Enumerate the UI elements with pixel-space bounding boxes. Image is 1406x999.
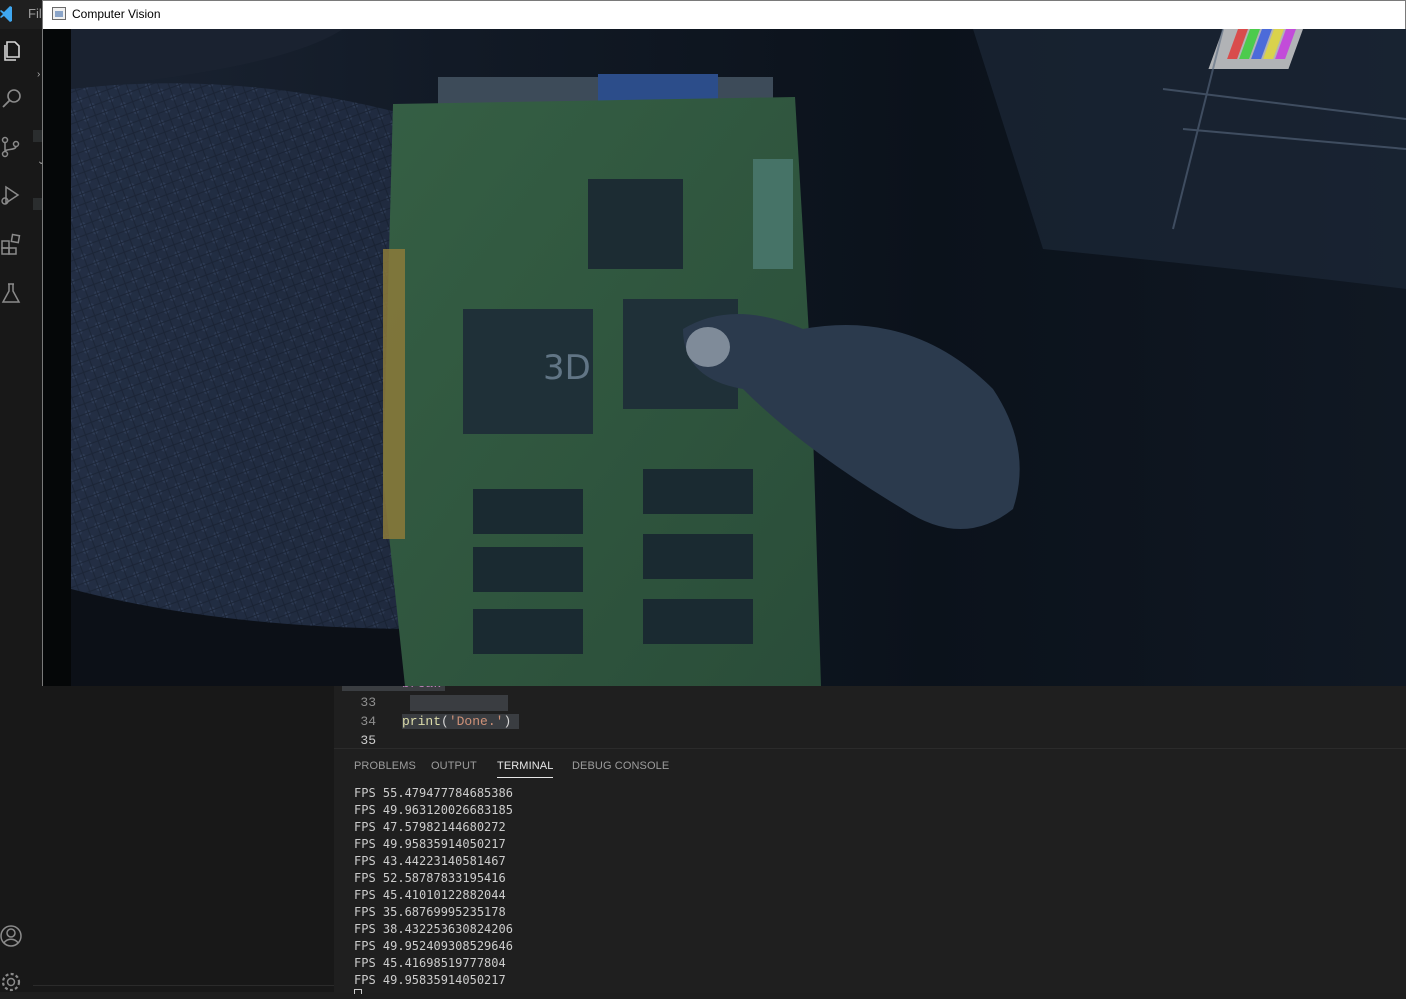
tab-debug-console[interactable]: DEBUG CONSOLE xyxy=(572,760,669,772)
tab-output[interactable]: OUTPUT xyxy=(431,760,477,772)
app-window-icon xyxy=(52,7,66,20)
terminal-line: FPS 49.963120026683185 xyxy=(354,803,513,817)
code-editor[interactable]: 32 break 33 34 print('Done.') 35 xyxy=(334,676,1406,748)
testing-icon[interactable] xyxy=(0,281,24,305)
window-titlebar[interactable]: Computer Vision xyxy=(43,1,1405,29)
video-frame-image: 3D xyxy=(43,29,1406,686)
line-number: 34 xyxy=(360,714,376,729)
search-icon[interactable] xyxy=(0,87,24,111)
computer-vision-window[interactable]: Computer Vision 3D xyxy=(42,0,1406,686)
window-title: Computer Vision xyxy=(72,7,161,21)
bottom-panel: PROBLEMS OUTPUT TERMINAL DEBUG CONSOLE F… xyxy=(334,748,1406,994)
terminal-line: FPS 43.44223140581467 xyxy=(354,854,506,868)
terminal-line: FPS 45.41010122882044 xyxy=(354,888,506,902)
code-line-empty xyxy=(410,695,508,711)
line-number: 33 xyxy=(360,695,376,710)
terminal-line: FPS 52.58787833195416 xyxy=(354,871,506,885)
terminal-line: FPS 55.479477784685386 xyxy=(354,786,513,800)
terminal-line: FPS 49.952409308529646 xyxy=(354,939,513,953)
terminal-line: FPS 49.95835914050217 xyxy=(354,837,506,851)
video-frame: 3D xyxy=(43,29,1406,686)
line-number: 35 xyxy=(360,733,376,748)
settings-gear-icon[interactable] xyxy=(0,970,24,994)
terminal-line: FPS 38.432253630824206 xyxy=(354,922,513,936)
vscode-logo-icon xyxy=(0,6,12,22)
tab-problems[interactable]: PROBLEMS xyxy=(354,760,416,772)
terminal-line: FPS 35.68769995235178 xyxy=(354,905,506,919)
terminal-line: FPS 49.95835914050217 xyxy=(354,973,506,987)
activity-bar xyxy=(0,29,33,992)
code-line-print: print('Done.') xyxy=(402,714,520,729)
svg-text:3D: 3D xyxy=(543,348,591,388)
run-debug-icon[interactable] xyxy=(0,183,24,207)
extensions-icon[interactable] xyxy=(0,232,24,256)
accounts-icon[interactable] xyxy=(0,924,24,948)
explorer-icon[interactable] xyxy=(0,39,24,63)
menu-file[interactable]: Fil xyxy=(28,6,42,21)
sidebar-divider xyxy=(33,985,334,986)
chevron-right-icon[interactable]: › xyxy=(37,69,40,80)
tab-terminal[interactable]: TERMINAL xyxy=(497,760,554,778)
source-control-icon[interactable] xyxy=(0,135,24,159)
terminal-line: FPS 47.57982144680272 xyxy=(354,820,506,834)
terminal-line: FPS 45.41698519777804 xyxy=(354,956,506,970)
